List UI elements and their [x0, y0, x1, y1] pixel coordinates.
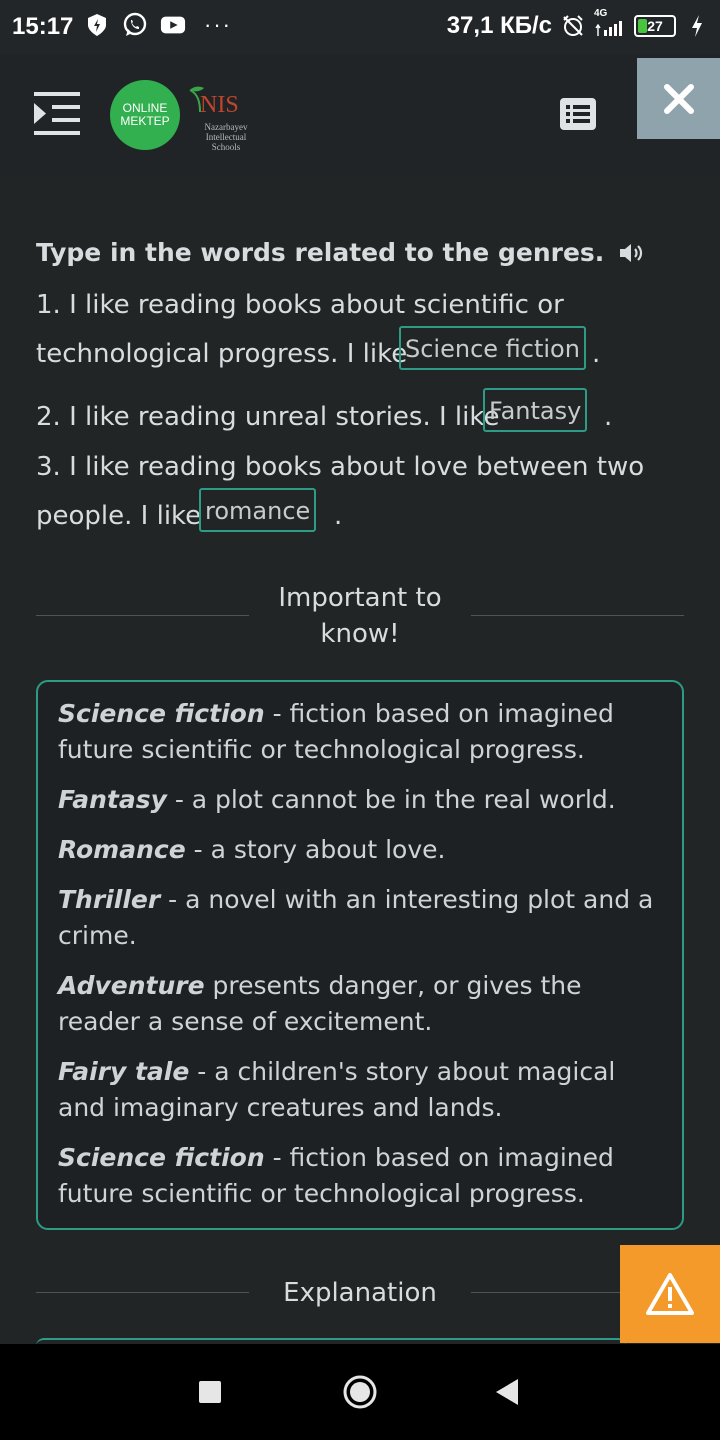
whatsapp-icon: [122, 12, 148, 38]
explanation-label[interactable]: Explanation: [274, 1275, 446, 1311]
shield-icon: [84, 12, 110, 38]
explanation-divider-right: [471, 1292, 621, 1293]
signal-icon: 4G: [594, 8, 626, 38]
more-notifications-icon: ···: [204, 12, 232, 37]
menu-toggle-button[interactable]: [34, 92, 82, 136]
system-navigation-bar: [0, 1344, 720, 1440]
charging-icon: [684, 13, 710, 39]
question-2: 2. I like reading unreal stories. I like: [36, 402, 500, 432]
question-1-line1: 1. I like reading books about scientific…: [36, 290, 564, 320]
info-item: Fantasy - a plot cannot be in the real w…: [58, 785, 616, 814]
info-item: Adventure presents danger, or gives the …: [58, 971, 582, 1036]
back-button[interactable]: [496, 1379, 518, 1405]
home-button[interactable]: [343, 1375, 377, 1409]
answer-field-1[interactable]: Science fiction: [399, 326, 586, 370]
online-mektep-logo[interactable]: ONLINE MEKTEP: [110, 80, 180, 150]
question-1-line2: technological progress. I like: [36, 339, 408, 369]
nis-logo: NIS Nazarbayev Intellectual Schools: [186, 82, 250, 152]
speaker-icon[interactable]: [618, 241, 646, 265]
app-header: ONLINE MEKTEP NIS Nazarbayev Intellectua…: [0, 54, 720, 176]
close-button[interactable]: [637, 58, 720, 139]
status-right: 37,1 КБ/с 4G 27: [446, 8, 710, 40]
question-3-line2: people. I like: [36, 501, 202, 531]
divider-left: [36, 615, 249, 616]
youtube-icon: [160, 12, 186, 38]
logo-line2: MEKTEP: [120, 114, 170, 128]
task-title: Type in the words related to the genres.: [36, 238, 605, 267]
info-item: Fairy tale - a children's story about ma…: [58, 1057, 616, 1122]
menu-indent-icon: [34, 92, 80, 135]
period-1: .: [592, 339, 601, 369]
nis-title: NIS: [200, 92, 239, 118]
nis-subtitle: Nazarbayev Intellectual Schools: [204, 122, 248, 152]
period-2: .: [604, 402, 613, 432]
alarm-off-icon: [560, 13, 586, 39]
info-item: Thriller - a novel with an interesting p…: [58, 885, 654, 950]
warning-icon: [646, 1273, 694, 1315]
network-speed: 37,1 КБ/с: [446, 12, 552, 39]
answer-field-2[interactable]: Fantasy: [483, 388, 588, 432]
close-icon: [663, 83, 694, 114]
recent-apps-button[interactable]: [199, 1381, 221, 1403]
explanation-divider-left: [36, 1292, 249, 1293]
contents-list-button[interactable]: [560, 98, 596, 130]
info-item: Romance - a story about love.: [58, 835, 446, 864]
battery-level: 27: [647, 18, 663, 34]
status-bar: 15:17 ··· 37,1 КБ/с 4G 27: [0, 0, 720, 54]
list-icon: [560, 98, 596, 130]
period-3: .: [334, 501, 343, 531]
status-time: 15:17: [12, 13, 74, 40]
important-label: Important to know!: [278, 583, 442, 649]
important-info-box: Science fiction - fiction based on imagi…: [36, 680, 684, 1230]
status-notification-icons: ···: [84, 12, 232, 38]
battery-icon: 27: [634, 15, 676, 37]
info-item: Science fiction - fiction based on imagi…: [58, 699, 614, 764]
question-3-line1: 3. I like reading books about love betwe…: [36, 452, 645, 482]
report-problem-button[interactable]: [620, 1245, 720, 1343]
task-instructions: Type in the words related to the genres.: [36, 238, 646, 267]
answer-field-3[interactable]: romance: [199, 488, 317, 532]
divider-right: [471, 615, 684, 616]
info-item: Science fiction - fiction based on imagi…: [58, 1143, 614, 1208]
